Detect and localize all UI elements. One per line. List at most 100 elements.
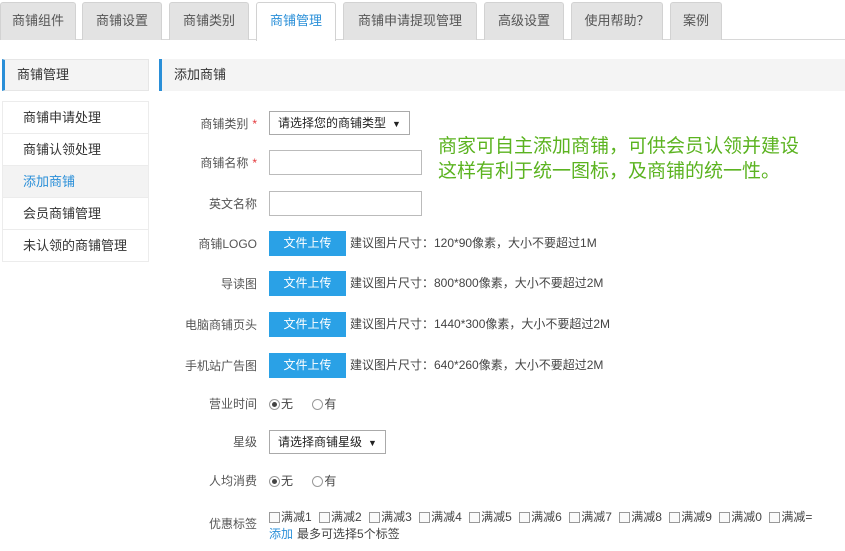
mobile-ad-hint: 建议图片尺寸：640*260像素，大小不要超过2M: [350, 358, 604, 372]
checkbox-icon: [419, 512, 431, 523]
discount-tags-label: 优惠标签: [208, 517, 257, 531]
checkbox-icon: [319, 512, 331, 523]
required-mark: *: [252, 156, 257, 170]
shop-type-select[interactable]: 请选择您的商铺类型 ▼: [269, 111, 410, 135]
pc-banner-upload-group: 文件上传 建议图片尺寸：1440*300像素，大小不要超过2M: [269, 312, 610, 337]
star-level-label: 星级: [232, 435, 257, 449]
discount-tag-checkbox[interactable]: 满减5: [469, 510, 512, 524]
pc-banner-label: 电脑商铺页头: [184, 318, 257, 332]
discount-tags-row: 优惠标签 满减1 满减2 满减3 满减4 满减5 满减6 满减7 满减8 满减9…: [160, 510, 845, 544]
star-level-row: 星级 请选择商铺星级 ▼: [160, 428, 845, 456]
english-name-label: 英文名称: [208, 197, 257, 211]
checkbox-icon: [519, 512, 531, 523]
mobile-ad-upload-group: 文件上传 建议图片尺寸：640*260像素，大小不要超过2M: [269, 353, 603, 378]
avg-spend-row: 人均消费 无 有: [160, 467, 845, 495]
radio-icon: [312, 399, 324, 410]
radio-selected-icon: [269, 399, 280, 410]
sidebar-menu: 商铺申请处理 商铺认领处理 添加商铺 会员商铺管理 未认领的商铺管理: [2, 101, 149, 262]
mobile-ad-label: 手机站广告图: [184, 359, 257, 373]
guide-image-label: 导读图: [220, 277, 257, 291]
page-title: 添加商铺: [159, 59, 845, 91]
shop-type-value: 请选择您的商铺类型: [278, 116, 387, 130]
sidebar-item-shop-claims[interactable]: 商铺认领处理: [3, 133, 148, 165]
avg-spend-option-none[interactable]: 无: [269, 467, 293, 495]
discount-tag-checkbox[interactable]: 满减0: [719, 510, 762, 524]
pc-banner-upload-button[interactable]: 文件上传: [269, 312, 346, 337]
discount-tag-checkbox[interactable]: 满减2: [319, 510, 362, 524]
add-tag-link[interactable]: 添加: [269, 527, 293, 541]
radio-icon: [312, 476, 324, 487]
sidebar-item-member-shops[interactable]: 会员商铺管理: [3, 197, 148, 229]
checkbox-icon: [669, 512, 681, 523]
pc-banner-row: 电脑商铺页头 文件上传 建议图片尺寸：1440*300像素，大小不要超过2M: [160, 311, 845, 339]
discount-tag-checkbox[interactable]: 满减4: [419, 510, 462, 524]
logo-upload-group: 文件上传 建议图片尺寸：120*90像素，大小不要超过1M: [269, 231, 597, 256]
guide-image-row: 导读图 文件上传 建议图片尺寸：800*800像素，大小不要超过2M: [160, 270, 845, 298]
sidebar-title: 商铺管理: [2, 59, 149, 91]
sidebar-item-add-shop[interactable]: 添加商铺: [3, 165, 148, 197]
english-name-input[interactable]: [269, 191, 422, 216]
discount-tag-checkbox[interactable]: 满减=: [769, 510, 812, 524]
business-hours-option-yes[interactable]: 有: [312, 390, 336, 418]
star-level-value: 请选择商铺星级: [278, 435, 363, 449]
discount-tags-add-line: 添加 最多可选择5个标签: [269, 526, 809, 542]
checkbox-icon: [569, 512, 581, 523]
tab-withdrawal-management[interactable]: 商铺申请提现管理: [343, 2, 477, 40]
discount-tag-checkbox[interactable]: 满减1: [269, 510, 312, 524]
tab-advanced-settings[interactable]: 高级设置: [484, 2, 564, 40]
discount-tag-checkbox[interactable]: 满减9: [669, 510, 712, 524]
discount-tags-options: 满减1 满减2 满减3 满减4 满减5 满减6 满减7 满减8 满减9 满减0 …: [269, 510, 812, 524]
business-hours-option-none[interactable]: 无: [269, 390, 293, 418]
tab-shop-settings[interactable]: 商铺设置: [82, 2, 162, 40]
business-hours-radios: 无 有: [269, 390, 352, 418]
tab-shop-management[interactable]: 商铺管理: [256, 2, 336, 41]
tab-shop-categories[interactable]: 商铺类别: [169, 2, 249, 40]
checkbox-icon: [269, 512, 280, 523]
mobile-ad-upload-button[interactable]: 文件上传: [269, 353, 346, 378]
discount-tag-checkbox[interactable]: 满减3: [369, 510, 412, 524]
tab-cases[interactable]: 案例: [670, 2, 722, 40]
logo-hint: 建议图片尺寸：120*90像素，大小不要超过1M: [350, 236, 597, 250]
tab-help[interactable]: 使用帮助？: [571, 2, 663, 40]
shop-name-label: 商铺名称 *: [200, 156, 257, 170]
top-tab-bar: 商铺组件 商铺设置 商铺类别 商铺管理 商铺申请提现管理 高级设置 使用帮助？ …: [0, 0, 845, 41]
sidebar: 商铺管理 商铺申请处理 商铺认领处理 添加商铺 会员商铺管理 未认领的商铺管理: [2, 59, 149, 262]
checkbox-icon: [369, 512, 381, 523]
shop-type-label: 商铺类别 *: [200, 117, 257, 131]
discount-tag-checkbox[interactable]: 满减8: [619, 510, 662, 524]
add-tag-note: 最多可选择5个标签: [297, 527, 400, 541]
logo-upload-button[interactable]: 文件上传: [269, 231, 346, 256]
logo-label: 商铺LOGO: [198, 237, 257, 251]
star-level-select[interactable]: 请选择商铺星级 ▼: [269, 430, 386, 454]
radio-selected-icon: [269, 476, 280, 487]
discount-tag-checkbox[interactable]: 满减7: [569, 510, 612, 524]
required-mark: *: [252, 117, 257, 131]
logo-row: 商铺LOGO 文件上传 建议图片尺寸：120*90像素，大小不要超过1M: [160, 230, 845, 258]
discount-tag-checkbox[interactable]: 满减6: [519, 510, 562, 524]
guide-image-upload-button[interactable]: 文件上传: [269, 271, 346, 296]
dropdown-arrow-icon: ▼: [392, 119, 401, 129]
shop-name-input[interactable]: [269, 150, 422, 175]
checkbox-icon: [619, 512, 631, 523]
dropdown-arrow-icon: ▼: [368, 438, 377, 448]
tab-shop-components[interactable]: 商铺组件: [0, 2, 76, 40]
annotation-line-2: 这样有利于统一图标，及商铺的统一性。: [438, 161, 781, 182]
sidebar-item-unclaimed-shops[interactable]: 未认领的商铺管理: [3, 229, 148, 261]
discount-tags-group: 满减1 满减2 满减3 满减4 满减5 满减6 满减7 满减8 满减9 满减0 …: [269, 510, 812, 542]
guide-image-upload-group: 文件上传 建议图片尺寸：800*800像素，大小不要超过2M: [269, 271, 603, 296]
business-hours-row: 营业时间 无 有: [160, 390, 845, 418]
avg-spend-radios: 无 有: [269, 467, 352, 495]
checkbox-icon: [769, 512, 781, 523]
sidebar-item-shop-applications[interactable]: 商铺申请处理: [3, 101, 148, 133]
business-hours-label: 营业时间: [208, 397, 257, 411]
avg-spend-option-yes[interactable]: 有: [312, 467, 336, 495]
avg-spend-label: 人均消费: [208, 474, 257, 488]
checkbox-icon: [719, 512, 731, 523]
guide-image-hint: 建议图片尺寸：800*800像素，大小不要超过2M: [350, 276, 604, 290]
pc-banner-hint: 建议图片尺寸：1440*300像素，大小不要超过2M: [350, 317, 611, 331]
mobile-ad-row: 手机站广告图 文件上传 建议图片尺寸：640*260像素，大小不要超过2M: [160, 352, 845, 380]
english-name-row: 英文名称: [160, 190, 845, 218]
annotation-text: 商家可自主添加商铺，可供会员认领并建设 这样有利于统一图标，及商铺的统一性。: [438, 134, 799, 184]
checkbox-icon: [469, 512, 481, 523]
annotation-line-1: 商家可自主添加商铺，可供会员认领并建设: [438, 136, 800, 157]
